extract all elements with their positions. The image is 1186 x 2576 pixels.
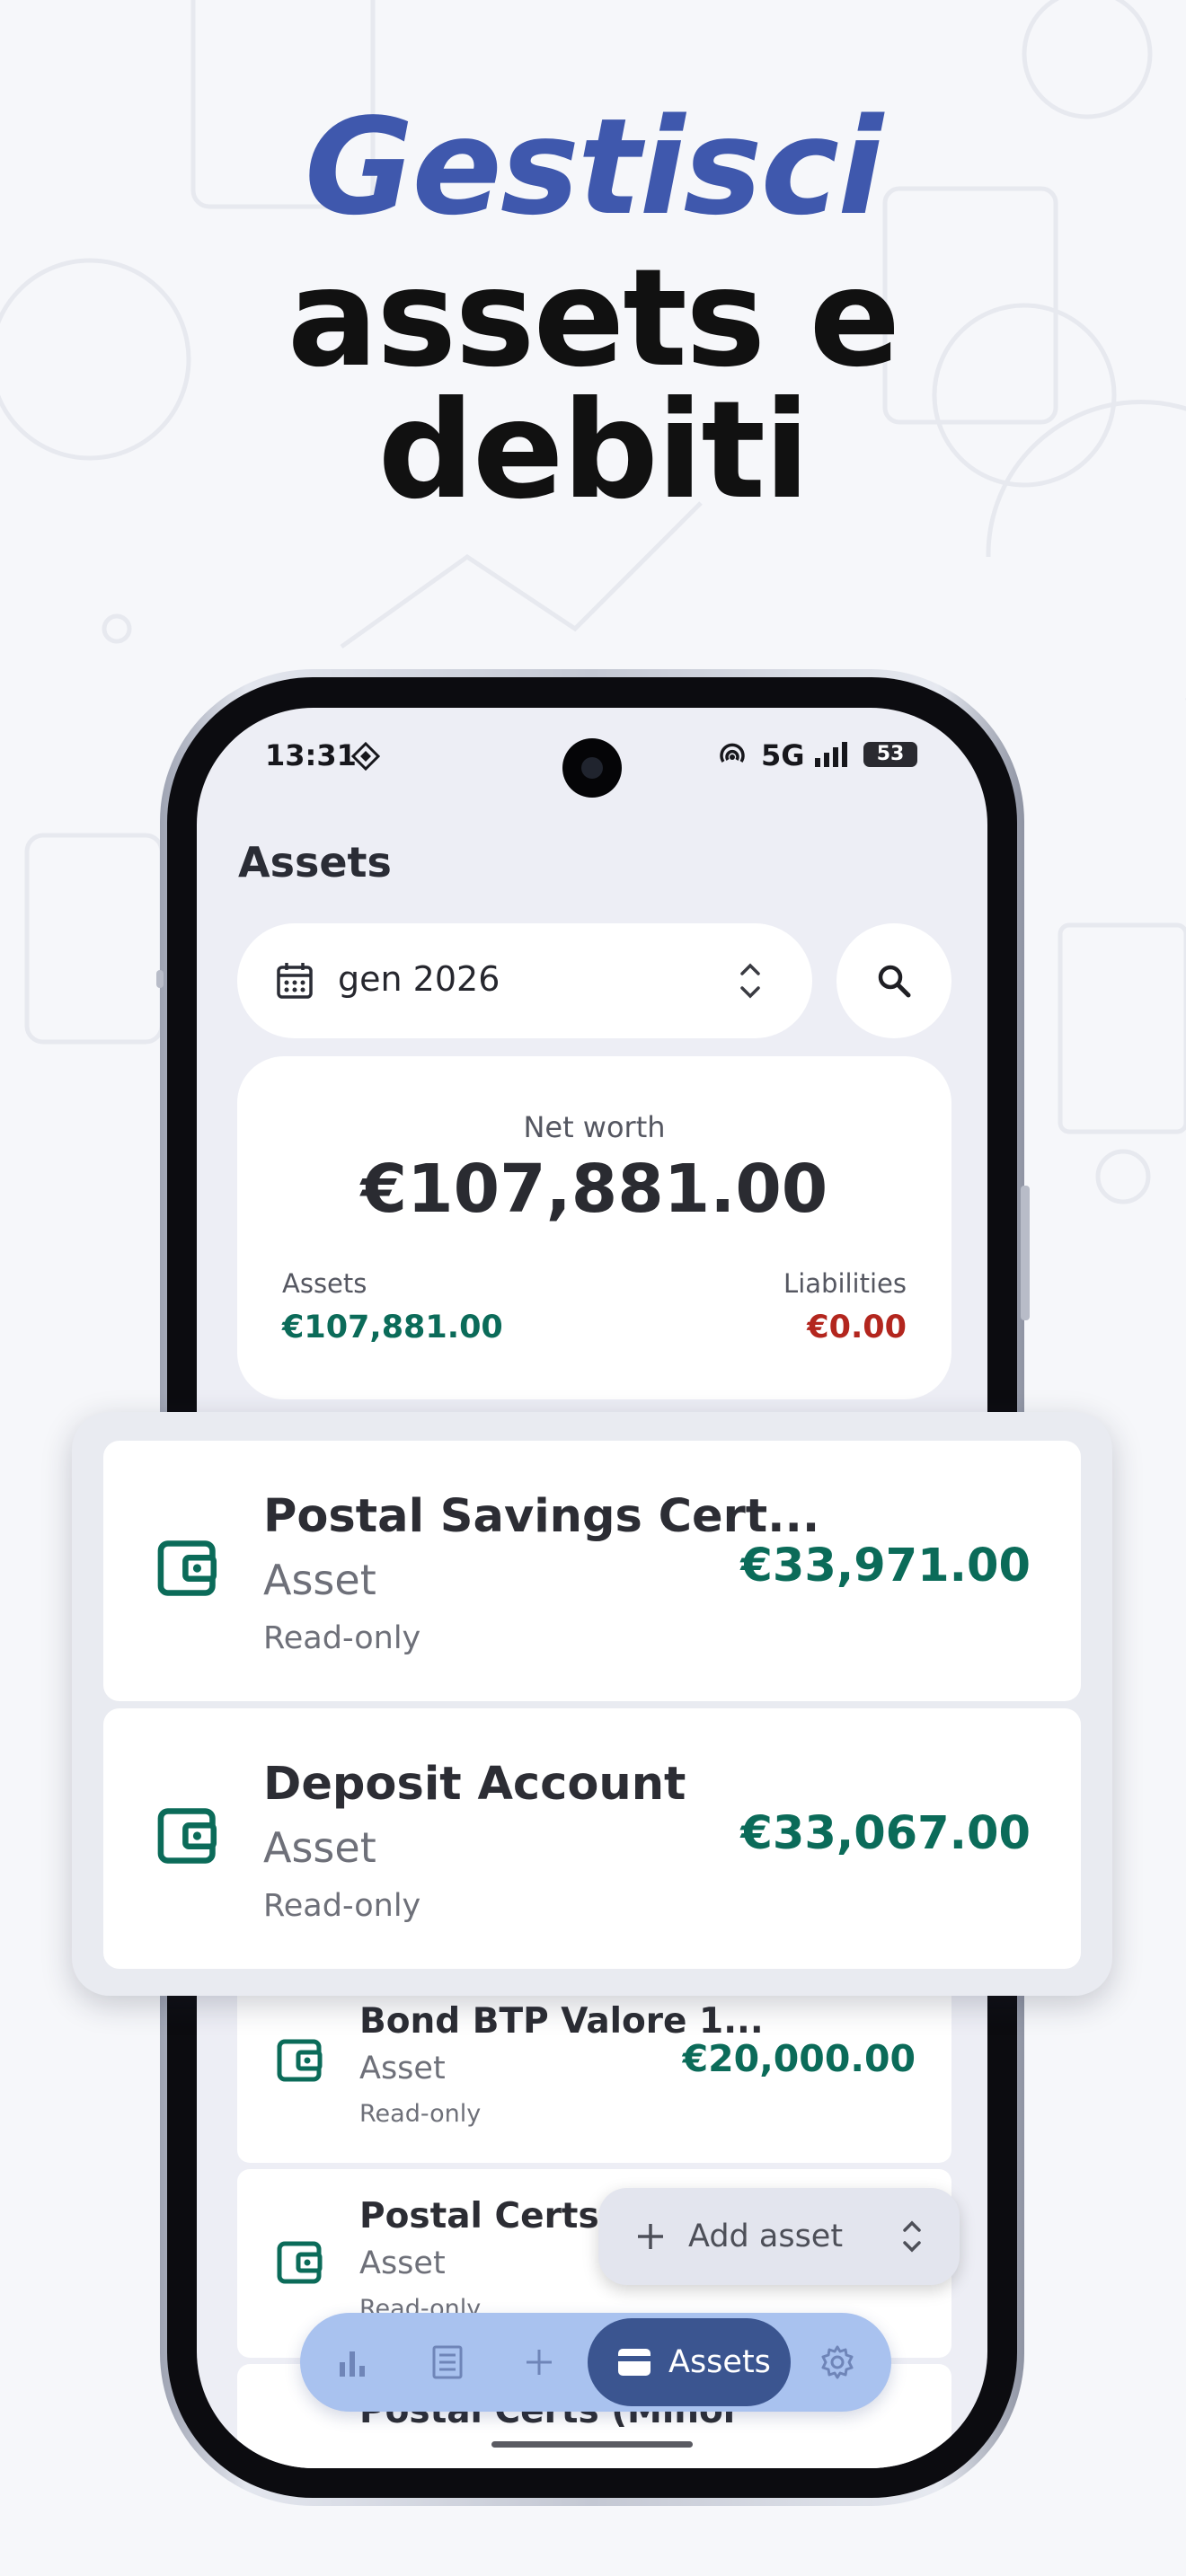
home-indicator	[491, 2441, 693, 2448]
item-name: Deposit Account	[263, 1758, 686, 1811]
assets-value: €107,881.00	[282, 1310, 503, 1345]
plus-icon	[638, 2224, 663, 2249]
add-asset-label: Add asset	[688, 2219, 844, 2254]
list-item[interactable]: Postal Savings Cert... Asset Read-only €…	[103, 1441, 1081, 1701]
page-title: Assets	[238, 838, 392, 887]
add-asset-button[interactable]: Add asset	[598, 2188, 960, 2285]
plus-icon[interactable]	[523, 2346, 555, 2378]
item-name: Postal Savings Cert...	[263, 1490, 820, 1543]
calendar-icon	[277, 963, 313, 999]
wallet-icon	[157, 1540, 217, 1596]
diamond-status-icon	[351, 742, 380, 771]
volume-button	[156, 970, 164, 988]
net-worth-card: Net worth €107,881.00 Assets €107,881.00…	[237, 1056, 951, 1399]
item-kind: Asset	[359, 2245, 446, 2281]
wallet-icon	[618, 2349, 651, 2376]
item-kind: Asset	[263, 1556, 376, 1604]
item-amount: €20,000.00	[682, 2037, 916, 2080]
assets-label: Assets	[282, 1268, 367, 1299]
item-access: Read-only	[263, 1888, 421, 1924]
chevron-up-down-icon[interactable]	[898, 2215, 925, 2258]
liabilities-value: €0.00	[807, 1310, 907, 1345]
item-name: Bond BTP Valore 1...	[359, 2001, 764, 2042]
gear-icon[interactable]	[819, 2344, 855, 2380]
item-amount: €33,067.00	[740, 1807, 1031, 1860]
item-amount: €33,971.00	[740, 1539, 1031, 1592]
battery-indicator: 53	[863, 742, 917, 767]
wallet-icon	[157, 1808, 217, 1864]
net-worth-value: €107,881.00	[360, 1151, 828, 1228]
month-label: gen 2026	[338, 959, 500, 999]
ledger-icon[interactable]	[431, 2344, 464, 2380]
search-button[interactable]	[836, 923, 951, 1038]
item-kind: Asset	[359, 2051, 446, 2086]
front-camera	[562, 738, 622, 798]
item-kind: Asset	[263, 1823, 376, 1872]
item-access: Read-only	[263, 1620, 421, 1656]
chart-icon[interactable]	[336, 2346, 368, 2378]
status-time: 13:31	[265, 738, 357, 772]
bottom-nav: Assets	[300, 2313, 891, 2412]
month-selector[interactable]: gen 2026	[237, 923, 812, 1038]
liabilities-label: Liabilities	[783, 1268, 907, 1299]
list-item[interactable]: Bond BTP Valore 1... Asset Read-only €20…	[237, 1974, 951, 2163]
signal-icon	[815, 742, 847, 767]
network-type: 5G	[761, 738, 805, 772]
wallet-icon	[277, 2039, 323, 2082]
item-access: Read-only	[359, 2100, 482, 2128]
headline-line-1: Gestisci	[305, 90, 883, 244]
highlighted-items-card: Postal Savings Cert... Asset Read-only €…	[72, 1412, 1112, 1996]
headline-line-3: debiti	[377, 373, 810, 529]
nav-tab-assets-label: Assets	[668, 2344, 771, 2380]
net-worth-label: Net worth	[523, 1110, 666, 1144]
nav-tab-assets[interactable]: Assets	[588, 2318, 791, 2406]
wallet-icon	[277, 2241, 323, 2284]
list-item[interactable]: Deposit Account Asset Read-only €33,067.…	[103, 1708, 1081, 1969]
search-icon	[878, 965, 911, 998]
chevron-up-down-icon	[740, 963, 760, 999]
power-button	[1021, 1186, 1030, 1320]
hotspot-icon	[720, 743, 745, 763]
